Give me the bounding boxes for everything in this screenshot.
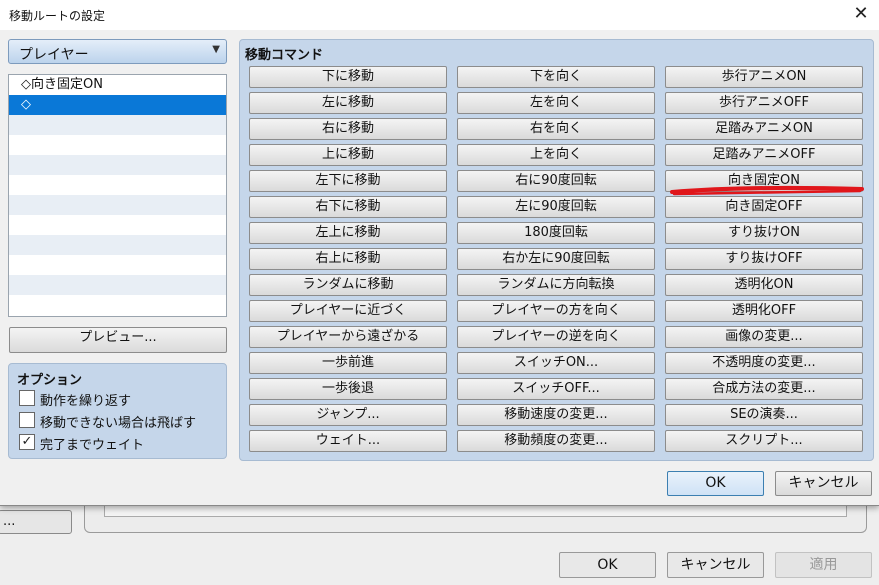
command-button[interactable]: 下に移動 bbox=[249, 66, 447, 88]
command-button[interactable]: すり抜けOFF bbox=[665, 248, 863, 270]
target-select-value: プレイヤー bbox=[19, 47, 89, 63]
command-button[interactable]: ランダムに方向転換 bbox=[457, 274, 655, 296]
option-label: 完了までウェイト bbox=[40, 438, 145, 453]
list-row-empty[interactable] bbox=[9, 135, 226, 155]
checkbox[interactable] bbox=[19, 390, 35, 406]
command-button[interactable]: 右に90度回転 bbox=[457, 170, 655, 192]
command-button[interactable]: 右を向く bbox=[457, 118, 655, 140]
command-button[interactable]: 移動速度の変更... bbox=[457, 404, 655, 426]
command-button[interactable]: 下を向く bbox=[457, 66, 655, 88]
command-button[interactable]: 透明化ON bbox=[665, 274, 863, 296]
command-button[interactable]: プレイヤーの方を向く bbox=[457, 300, 655, 322]
command-button[interactable]: すり抜けON bbox=[665, 222, 863, 244]
list-item[interactable]: ◇向き固定ON bbox=[9, 75, 226, 95]
chevron-down-icon: ▼ bbox=[212, 44, 220, 55]
command-button[interactable]: プレイヤーに近づく bbox=[249, 300, 447, 322]
command-button[interactable]: 左を向く bbox=[457, 92, 655, 114]
list-row-empty[interactable] bbox=[9, 115, 226, 135]
parent-ellipsis-button[interactable]: ... bbox=[0, 510, 72, 534]
command-button[interactable]: ウェイト... bbox=[249, 430, 447, 452]
preview-button[interactable]: プレビュー... bbox=[9, 327, 227, 353]
command-button[interactable]: 画像の変更... bbox=[665, 326, 863, 348]
command-button[interactable]: 向き固定OFF bbox=[665, 196, 863, 218]
command-button[interactable]: 上に移動 bbox=[249, 144, 447, 166]
command-button[interactable]: 上を向く bbox=[457, 144, 655, 166]
command-button[interactable]: 歩行アニメON bbox=[665, 66, 863, 88]
command-button[interactable]: 左下に移動 bbox=[249, 170, 447, 192]
command-button[interactable]: 合成方法の変更... bbox=[665, 378, 863, 400]
command-button[interactable]: スイッチON... bbox=[457, 352, 655, 374]
command-button[interactable]: プレイヤーから遠ざかる bbox=[249, 326, 447, 348]
option-label: 移動できない場合は飛ばす bbox=[40, 416, 197, 431]
close-icon[interactable]: ✕ bbox=[849, 2, 873, 26]
command-button[interactable]: 右下に移動 bbox=[249, 196, 447, 218]
list-row-empty[interactable] bbox=[9, 215, 226, 235]
ok-button[interactable]: OK bbox=[667, 471, 764, 496]
checkbox[interactable]: ✓ bbox=[19, 434, 35, 450]
command-button[interactable]: 透明化OFF bbox=[665, 300, 863, 322]
list-row-empty[interactable] bbox=[9, 235, 226, 255]
command-button[interactable]: 一歩後退 bbox=[249, 378, 447, 400]
parent-apply-button: 適用 bbox=[775, 552, 872, 578]
command-button[interactable]: 右か左に90度回転 bbox=[457, 248, 655, 270]
parent-cancel-button[interactable]: キャンセル bbox=[667, 552, 764, 578]
parent-ok-button[interactable]: OK bbox=[559, 552, 656, 578]
command-button[interactable]: ランダムに移動 bbox=[249, 274, 447, 296]
command-button[interactable]: 足踏みアニメON bbox=[665, 118, 863, 140]
command-button[interactable]: SEの演奏... bbox=[665, 404, 863, 426]
dialog-title: 移動ルートの設定 bbox=[9, 9, 106, 23]
command-button[interactable]: 一歩前進 bbox=[249, 352, 447, 374]
command-button[interactable]: 移動頻度の変更... bbox=[457, 430, 655, 452]
move-route-dialog: 移動ルートの設定 ✕ プレイヤー ▼ ◇向き固定ON ◇ プレビュー... オプシ… bbox=[0, 0, 879, 506]
options-title: オプション bbox=[17, 373, 83, 388]
command-button[interactable]: スクリプト... bbox=[665, 430, 863, 452]
command-button[interactable]: ジャンプ... bbox=[249, 404, 447, 426]
route-list[interactable]: ◇向き固定ON ◇ bbox=[8, 74, 227, 317]
command-button[interactable]: 左に90度回転 bbox=[457, 196, 655, 218]
list-row-empty[interactable] bbox=[9, 295, 226, 315]
command-button[interactable]: スイッチOFF... bbox=[457, 378, 655, 400]
command-button[interactable]: プレイヤーの逆を向く bbox=[457, 326, 655, 348]
list-row-empty[interactable] bbox=[9, 275, 226, 295]
list-row-empty[interactable] bbox=[9, 255, 226, 275]
cancel-button[interactable]: キャンセル bbox=[775, 471, 872, 496]
checkbox[interactable] bbox=[19, 412, 35, 428]
command-button[interactable]: 左に移動 bbox=[249, 92, 447, 114]
list-row-empty[interactable] bbox=[9, 195, 226, 215]
list-row-empty[interactable] bbox=[9, 155, 226, 175]
command-button[interactable]: 不透明度の変更... bbox=[665, 352, 863, 374]
list-row-empty[interactable] bbox=[9, 175, 226, 195]
command-button[interactable]: 足踏みアニメOFF bbox=[665, 144, 863, 166]
option-label: 動作を繰り返す bbox=[40, 394, 132, 409]
command-button[interactable]: 左上に移動 bbox=[249, 222, 447, 244]
list-item[interactable]: ◇ bbox=[9, 95, 226, 115]
command-button[interactable]: 歩行アニメOFF bbox=[665, 92, 863, 114]
command-button[interactable]: 180度回転 bbox=[457, 222, 655, 244]
title-bar: 移動ルートの設定 ✕ bbox=[0, 0, 879, 30]
options-panel: オプション 動作を繰り返す 移動できない場合は飛ばす ✓ 完了までウェイト bbox=[8, 363, 227, 459]
move-commands-panel: 移動コマンド 下に移動左に移動右に移動上に移動左下に移動右下に移動左上に移動右上… bbox=[239, 39, 874, 461]
red-underline-annotation bbox=[670, 186, 864, 196]
commands-title: 移動コマンド bbox=[245, 48, 324, 63]
target-select[interactable]: プレイヤー ▼ bbox=[8, 39, 227, 64]
command-button[interactable]: 右に移動 bbox=[249, 118, 447, 140]
command-button[interactable]: 右上に移動 bbox=[249, 248, 447, 270]
